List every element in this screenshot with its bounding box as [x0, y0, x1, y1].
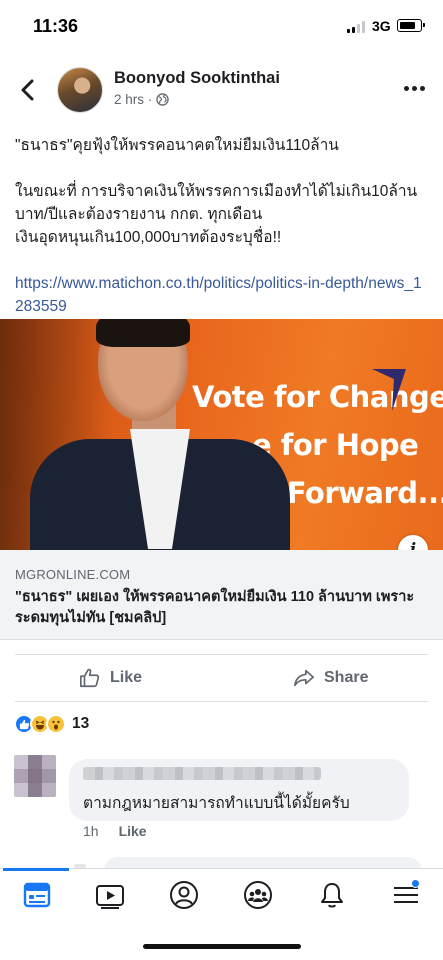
- bell-icon: [321, 883, 343, 908]
- home-indicator[interactable]: [143, 944, 301, 949]
- news-feed-icon: [23, 882, 51, 908]
- author-name[interactable]: Boonyod Sooktinthai: [114, 69, 280, 88]
- share-label: Share: [324, 669, 369, 686]
- battery-icon: [397, 19, 425, 32]
- commenter-avatar[interactable]: [14, 755, 56, 797]
- groups-icon: [244, 881, 272, 909]
- tab-home[interactable]: [17, 877, 57, 913]
- party-logo-icon: [372, 369, 406, 411]
- active-tab-indicator: [3, 868, 69, 871]
- wow-reaction-icon: [46, 714, 66, 734]
- post-paragraph: ในขณะที่ การบริจาคเงินให้พรรคการเมืองทำไ…: [15, 183, 418, 246]
- post-action-bar: Like Share: [15, 654, 428, 702]
- thumbs-up-icon: [80, 668, 100, 688]
- more-options-icon[interactable]: [404, 86, 426, 92]
- profile-icon: [170, 881, 198, 909]
- reactions-summary[interactable]: 13: [14, 713, 89, 735]
- post-time[interactable]: 2 hrs ·: [114, 92, 152, 107]
- comment-like-button[interactable]: Like: [119, 823, 147, 839]
- network-type: 3G: [372, 18, 391, 34]
- link-preview-card[interactable]: MGRONLINE.COM "ธนาธร" เผยเอง ให้พรรคอนาค…: [0, 550, 443, 640]
- comment-time: 1h: [83, 823, 99, 839]
- signal-strength-icon: [347, 21, 367, 33]
- tab-profile[interactable]: [164, 877, 204, 913]
- menu-notification-dot: [411, 879, 420, 888]
- reaction-count: 13: [72, 715, 90, 732]
- comment-text: ตามกฎหมายสามารถทำแบบนี้ได้มั้ยครับ: [83, 795, 350, 812]
- post-body: "ธนาธร"คุยฟุ้งให้พรรคอนาคตใหม่ยืมเงิน110…: [15, 134, 430, 318]
- preview-title: "ธนาธร" เผยเอง ให้พรรคอนาคตใหม่ยืมเงิน 1…: [15, 589, 415, 626]
- link-preview-image[interactable]: Vote for Change e for Hope e Forward...: [0, 319, 443, 550]
- like-button[interactable]: Like: [79, 655, 142, 701]
- comment-bubble[interactable]: ตามกฎหมายสามารถทำแบบนี้ได้มั้ยครับ: [69, 759, 409, 821]
- like-label: Like: [110, 669, 143, 686]
- post-paragraph: "ธนาธร"คุยฟุ้งให้พรรคอนาคตใหม่ยืมเงิน110…: [15, 137, 339, 154]
- tab-watch[interactable]: [90, 877, 130, 913]
- preview-domain: MGRONLINE.COM: [15, 567, 131, 582]
- share-button[interactable]: Share: [293, 655, 368, 701]
- back-arrow-icon[interactable]: [18, 79, 38, 101]
- globe-icon: [156, 93, 169, 106]
- post-meta: 2 hrs ·: [114, 92, 169, 107]
- watch-video-icon: [96, 885, 124, 909]
- tab-groups[interactable]: [238, 877, 278, 913]
- author-avatar[interactable]: [57, 67, 103, 113]
- share-arrow-icon: [294, 669, 314, 687]
- post-link[interactable]: https://www.matichon.co.th/politics/poli…: [15, 272, 430, 318]
- commenter-name-redacted: [83, 767, 321, 780]
- comment-meta: 1h Like: [83, 823, 147, 839]
- tab-notifications[interactable]: [312, 877, 352, 913]
- tab-menu[interactable]: [386, 877, 426, 913]
- status-bar: 11:36 3G: [0, 0, 443, 50]
- status-time: 11:36: [33, 16, 79, 36]
